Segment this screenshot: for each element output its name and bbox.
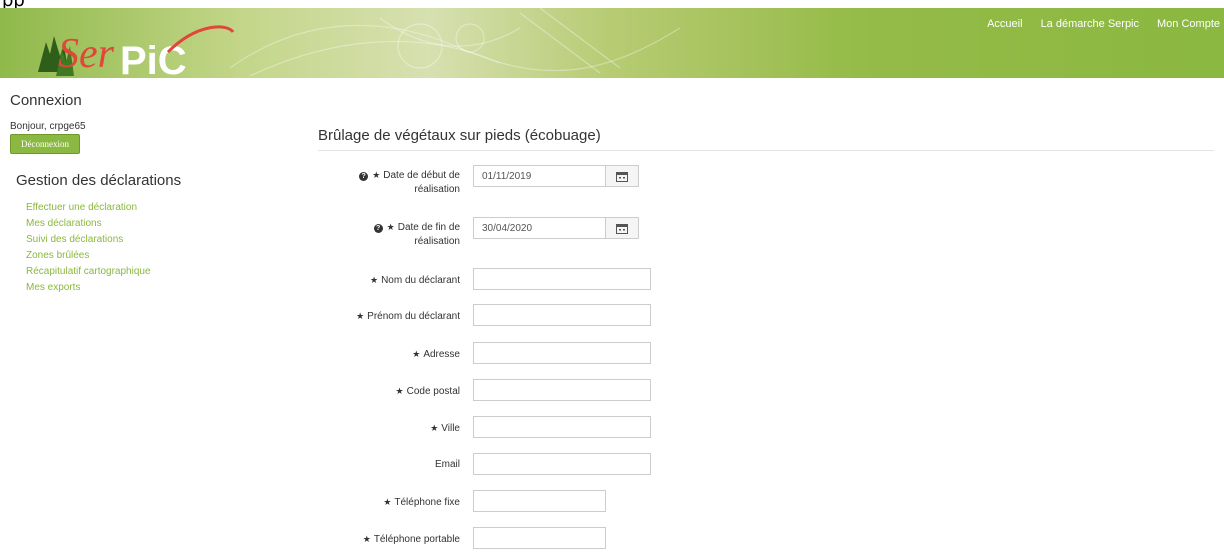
required-star-icon: ★ xyxy=(386,222,395,232)
date-fin-input[interactable] xyxy=(473,217,605,239)
serpic-logo[interactable]: Ser PiC xyxy=(28,12,238,78)
sidebar-item-effectuer-declaration[interactable]: Effectuer une déclaration xyxy=(26,200,151,216)
nav-demarche-serpic[interactable]: La démarche Serpic xyxy=(1041,18,1139,30)
date-debut-picker xyxy=(473,165,639,187)
gestion-title: Gestion des déclarations xyxy=(16,172,182,189)
label-adresse: ★ Adresse xyxy=(300,347,460,362)
required-star-icon: ★ xyxy=(372,170,381,180)
logout-button[interactable]: Déconnexion xyxy=(10,134,80,154)
label-date-debut-line2: réalisation xyxy=(414,184,460,195)
label-ville-text: Ville xyxy=(441,423,460,434)
sidebar-menu: Effectuer une déclaration Mes déclaratio… xyxy=(26,200,151,296)
label-code-postal: ★ Code postal xyxy=(300,384,460,399)
label-code-postal-text: Code postal xyxy=(406,386,460,397)
calendar-icon[interactable] xyxy=(605,165,639,187)
label-nom-text: Nom du déclarant xyxy=(381,275,460,286)
header-banner: Ser PiC Accueil La démarche Serpic Mon C… xyxy=(0,8,1224,78)
date-debut-input[interactable] xyxy=(473,165,605,187)
prenom-input[interactable] xyxy=(473,304,651,326)
help-icon[interactable]: ? xyxy=(359,172,369,181)
label-date-fin: ? ★ Date de fin de réalisation xyxy=(300,220,460,249)
label-ville: ★ Ville xyxy=(300,421,460,436)
email-input[interactable] xyxy=(473,453,651,475)
label-tel-fixe: ★ Téléphone fixe xyxy=(300,495,460,510)
tel-fixe-input[interactable] xyxy=(473,490,606,512)
label-adresse-text: Adresse xyxy=(423,349,460,360)
nom-input[interactable] xyxy=(473,268,651,290)
label-tel-portable-text: Téléphone portable xyxy=(373,534,460,545)
required-star-icon: ★ xyxy=(395,386,404,396)
sidebar-item-mes-declarations[interactable]: Mes déclarations xyxy=(26,216,151,232)
nav-mon-compte[interactable]: Mon Compte xyxy=(1157,18,1220,30)
code-postal-input[interactable] xyxy=(473,379,651,401)
label-prenom-text: Prénom du déclarant xyxy=(367,311,460,322)
label-date-fin-line2: réalisation xyxy=(414,236,460,247)
label-email-text: Email xyxy=(434,459,460,470)
sidebar-item-mes-exports[interactable]: Mes exports xyxy=(26,280,151,296)
label-nom: ★ Nom du déclarant xyxy=(300,273,460,288)
required-star-icon: ★ xyxy=(383,497,392,507)
calendar-icon[interactable] xyxy=(605,217,639,239)
login-title: Connexion xyxy=(10,92,82,109)
title-divider xyxy=(318,150,1214,151)
required-star-icon: ★ xyxy=(430,423,439,433)
label-email: Email xyxy=(300,458,460,472)
label-tel-fixe-text: Téléphone fixe xyxy=(394,497,460,508)
ville-input[interactable] xyxy=(473,416,651,438)
form-title: Brûlage de végétaux sur pieds (écobuage) xyxy=(318,127,601,144)
sidebar-item-suivi-declarations[interactable]: Suivi des déclarations xyxy=(26,232,151,248)
label-date-fin-line1: Date de fin de xyxy=(397,222,460,233)
tel-portable-input[interactable] xyxy=(473,527,606,549)
label-tel-portable: ★ Téléphone portable xyxy=(300,532,460,547)
adresse-input[interactable] xyxy=(473,342,651,364)
required-star-icon: ★ xyxy=(412,349,421,359)
label-prenom: ★ Prénom du déclarant xyxy=(300,309,460,324)
help-icon[interactable]: ? xyxy=(373,224,383,233)
required-star-icon: ★ xyxy=(369,275,379,285)
svg-text:Ser: Ser xyxy=(58,31,115,77)
greeting-text: Bonjour, crpge65 xyxy=(10,121,86,132)
top-nav: Accueil La démarche Serpic Mon Compte xyxy=(987,18,1220,30)
label-date-debut-line1: Date de début de xyxy=(383,170,460,181)
date-fin-picker xyxy=(473,217,639,239)
required-star-icon: ★ xyxy=(356,311,365,321)
label-date-debut: ? ★ Date de début de réalisation xyxy=(300,168,460,197)
required-star-icon: ★ xyxy=(362,534,371,544)
nav-accueil[interactable]: Accueil xyxy=(987,18,1022,30)
login-panel: Connexion Bonjour, crpge65 Déconnexion xyxy=(10,92,250,154)
sidebar-item-recapitulatif[interactable]: Récapitulatif cartographique xyxy=(26,264,151,280)
sidebar-item-zones-brulees[interactable]: Zones brûlées xyxy=(26,248,151,264)
